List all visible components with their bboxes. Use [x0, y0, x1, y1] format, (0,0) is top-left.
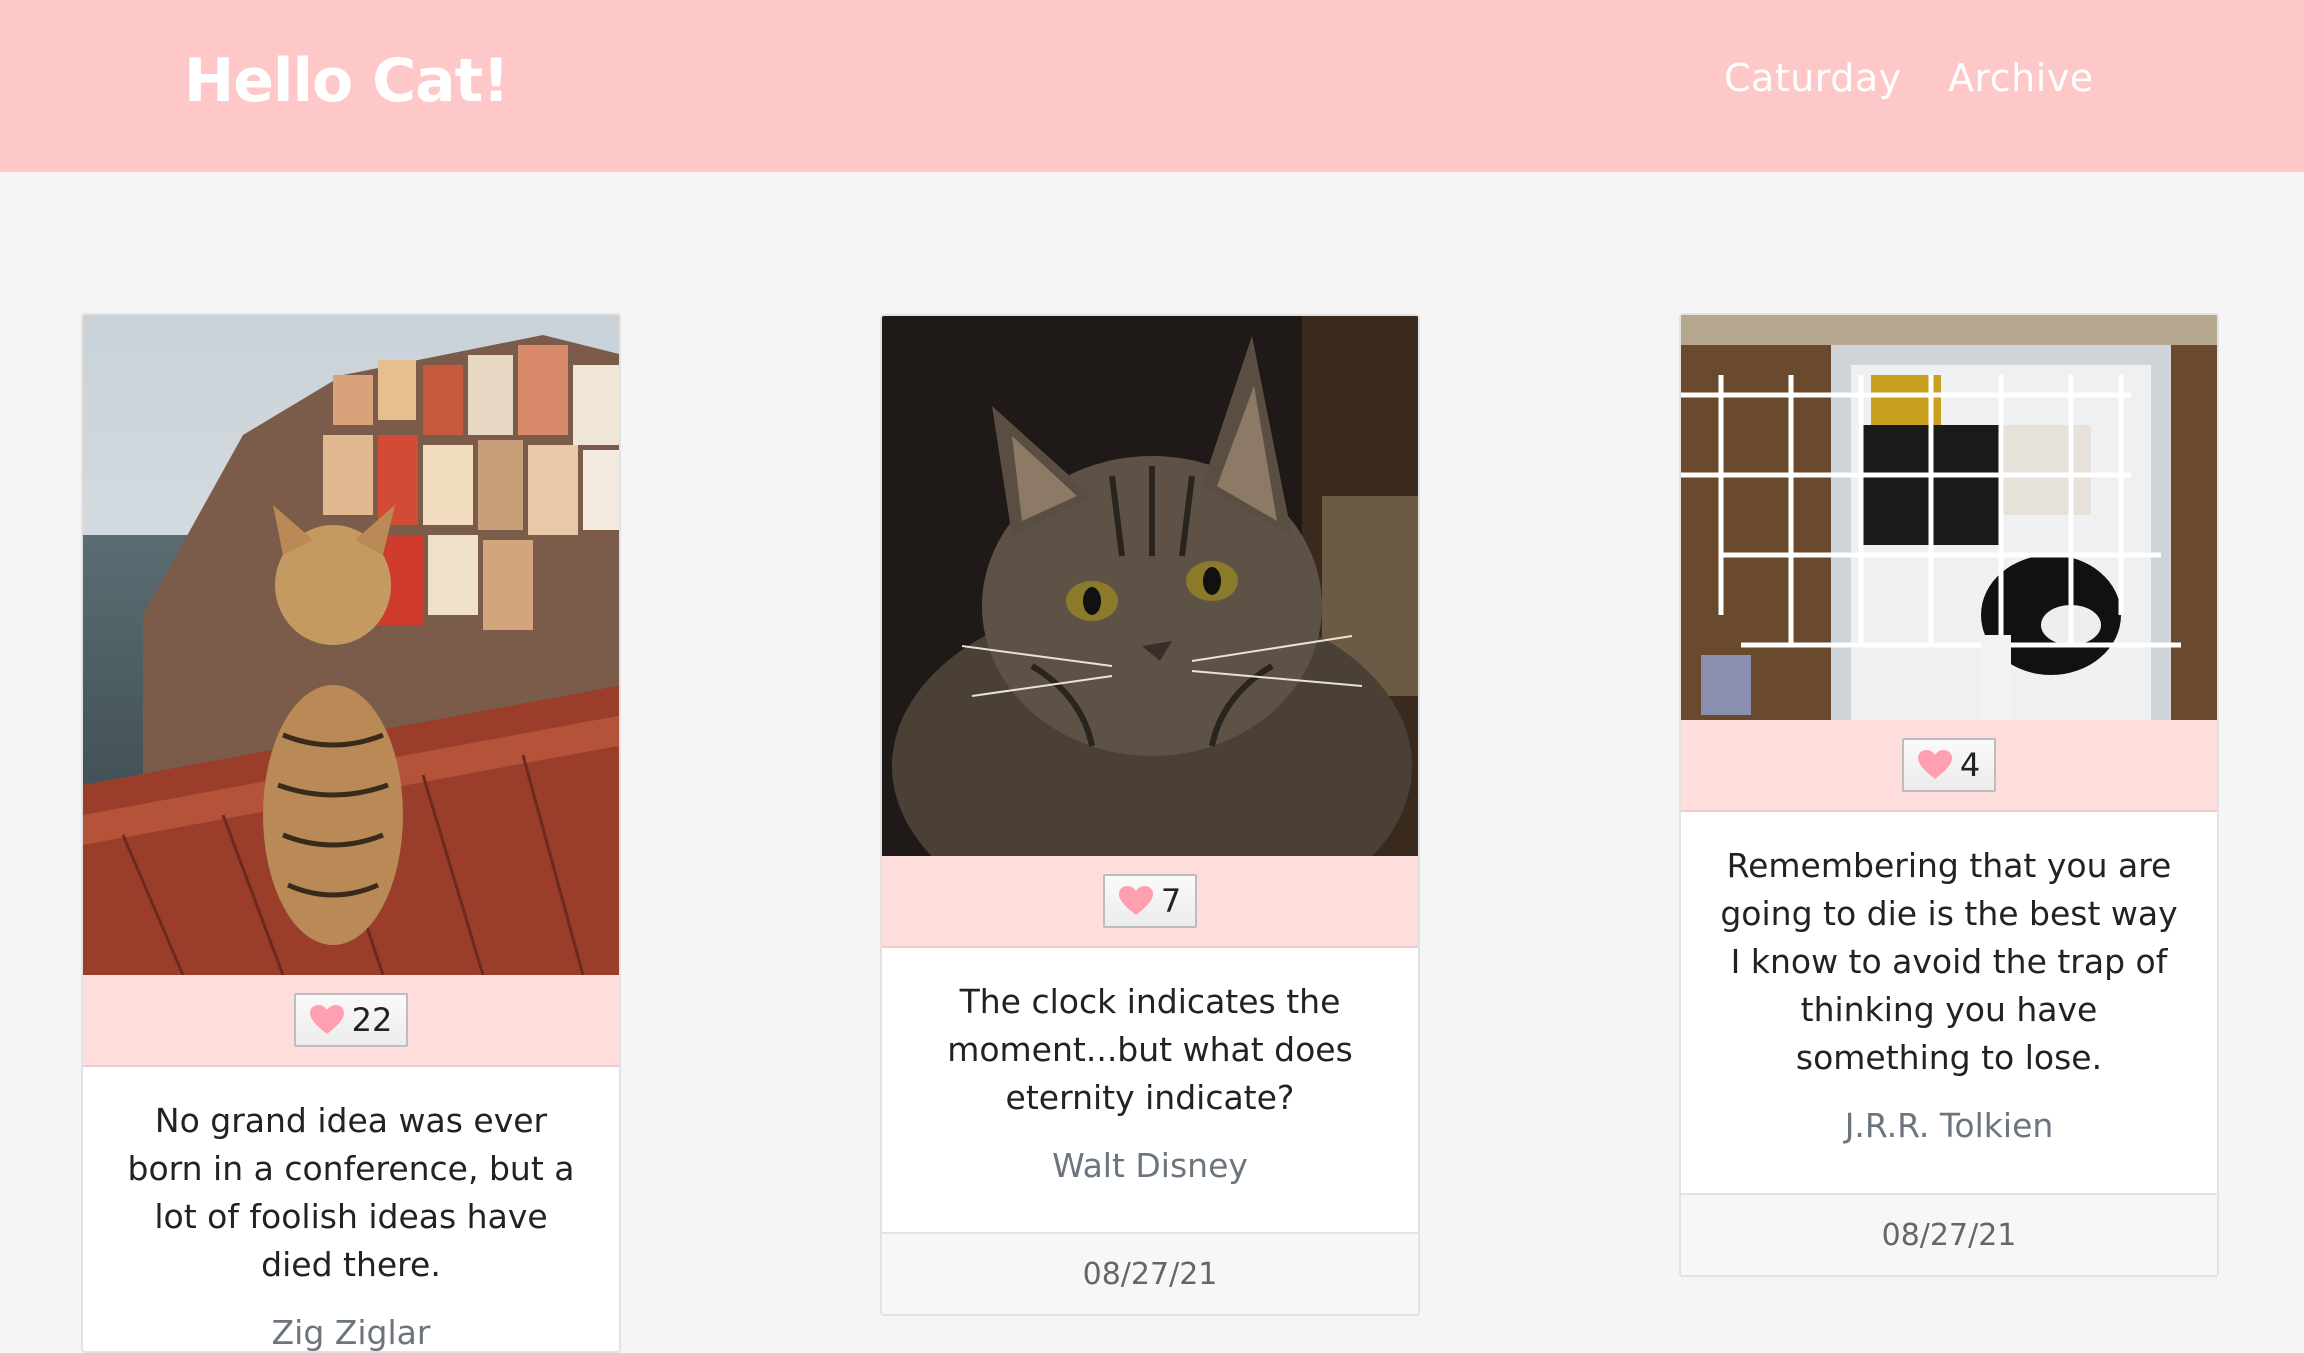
quote-body: The clock indicates the moment...but wha… — [882, 948, 1418, 1190]
like-button[interactable]: 4 — [1901, 738, 1997, 792]
quote-body: No grand idea was ever born in a confere… — [83, 1067, 619, 1352]
quote-card: 7 The clock indicates the moment...but w… — [880, 314, 1420, 1316]
heart-icon — [1917, 750, 1952, 780]
post-date: 08/27/21 — [882, 1232, 1418, 1314]
like-count: 22 — [351, 1001, 393, 1039]
nav-link-archive[interactable]: Archive — [1948, 56, 2094, 100]
post-date: 08/27/21 — [1681, 1193, 2217, 1275]
quote-text: The clock indicates the moment...but wha… — [947, 982, 1353, 1117]
quote-text: No grand idea was ever born in a confere… — [127, 1101, 575, 1284]
like-bar: 4 — [1681, 720, 2217, 812]
quote-author: Zig Ziglar — [271, 1313, 431, 1352]
heart-icon — [309, 1005, 344, 1035]
quote-author: Walt Disney — [1052, 1146, 1248, 1185]
quote-body: Remembering that you are going to die is… — [1681, 812, 2217, 1150]
like-bar: 7 — [882, 856, 1418, 948]
like-count: 4 — [1959, 746, 1981, 784]
like-bar: 22 — [83, 975, 619, 1067]
brand-logo[interactable]: Hello Cat! — [184, 46, 510, 116]
nav-link-caturday[interactable]: Caturday — [1724, 56, 1902, 100]
quote-card: 22 No grand idea was ever born in a conf… — [81, 313, 621, 1353]
heart-icon — [1118, 886, 1153, 916]
quote-card: 4 Remembering that you are going to die … — [1679, 313, 2219, 1277]
navbar: Hello Cat! Caturday Archive — [0, 0, 2304, 172]
like-button[interactable]: 7 — [1102, 874, 1198, 928]
like-count: 7 — [1160, 882, 1182, 920]
cat-photo — [882, 316, 1418, 856]
like-button[interactable]: 22 — [293, 993, 409, 1047]
cat-photo — [1681, 315, 2217, 720]
quote-text: Remembering that you are going to die is… — [1720, 846, 2178, 1077]
cat-photo — [83, 315, 619, 975]
quote-author: J.R.R. Tolkien — [1844, 1106, 2054, 1145]
